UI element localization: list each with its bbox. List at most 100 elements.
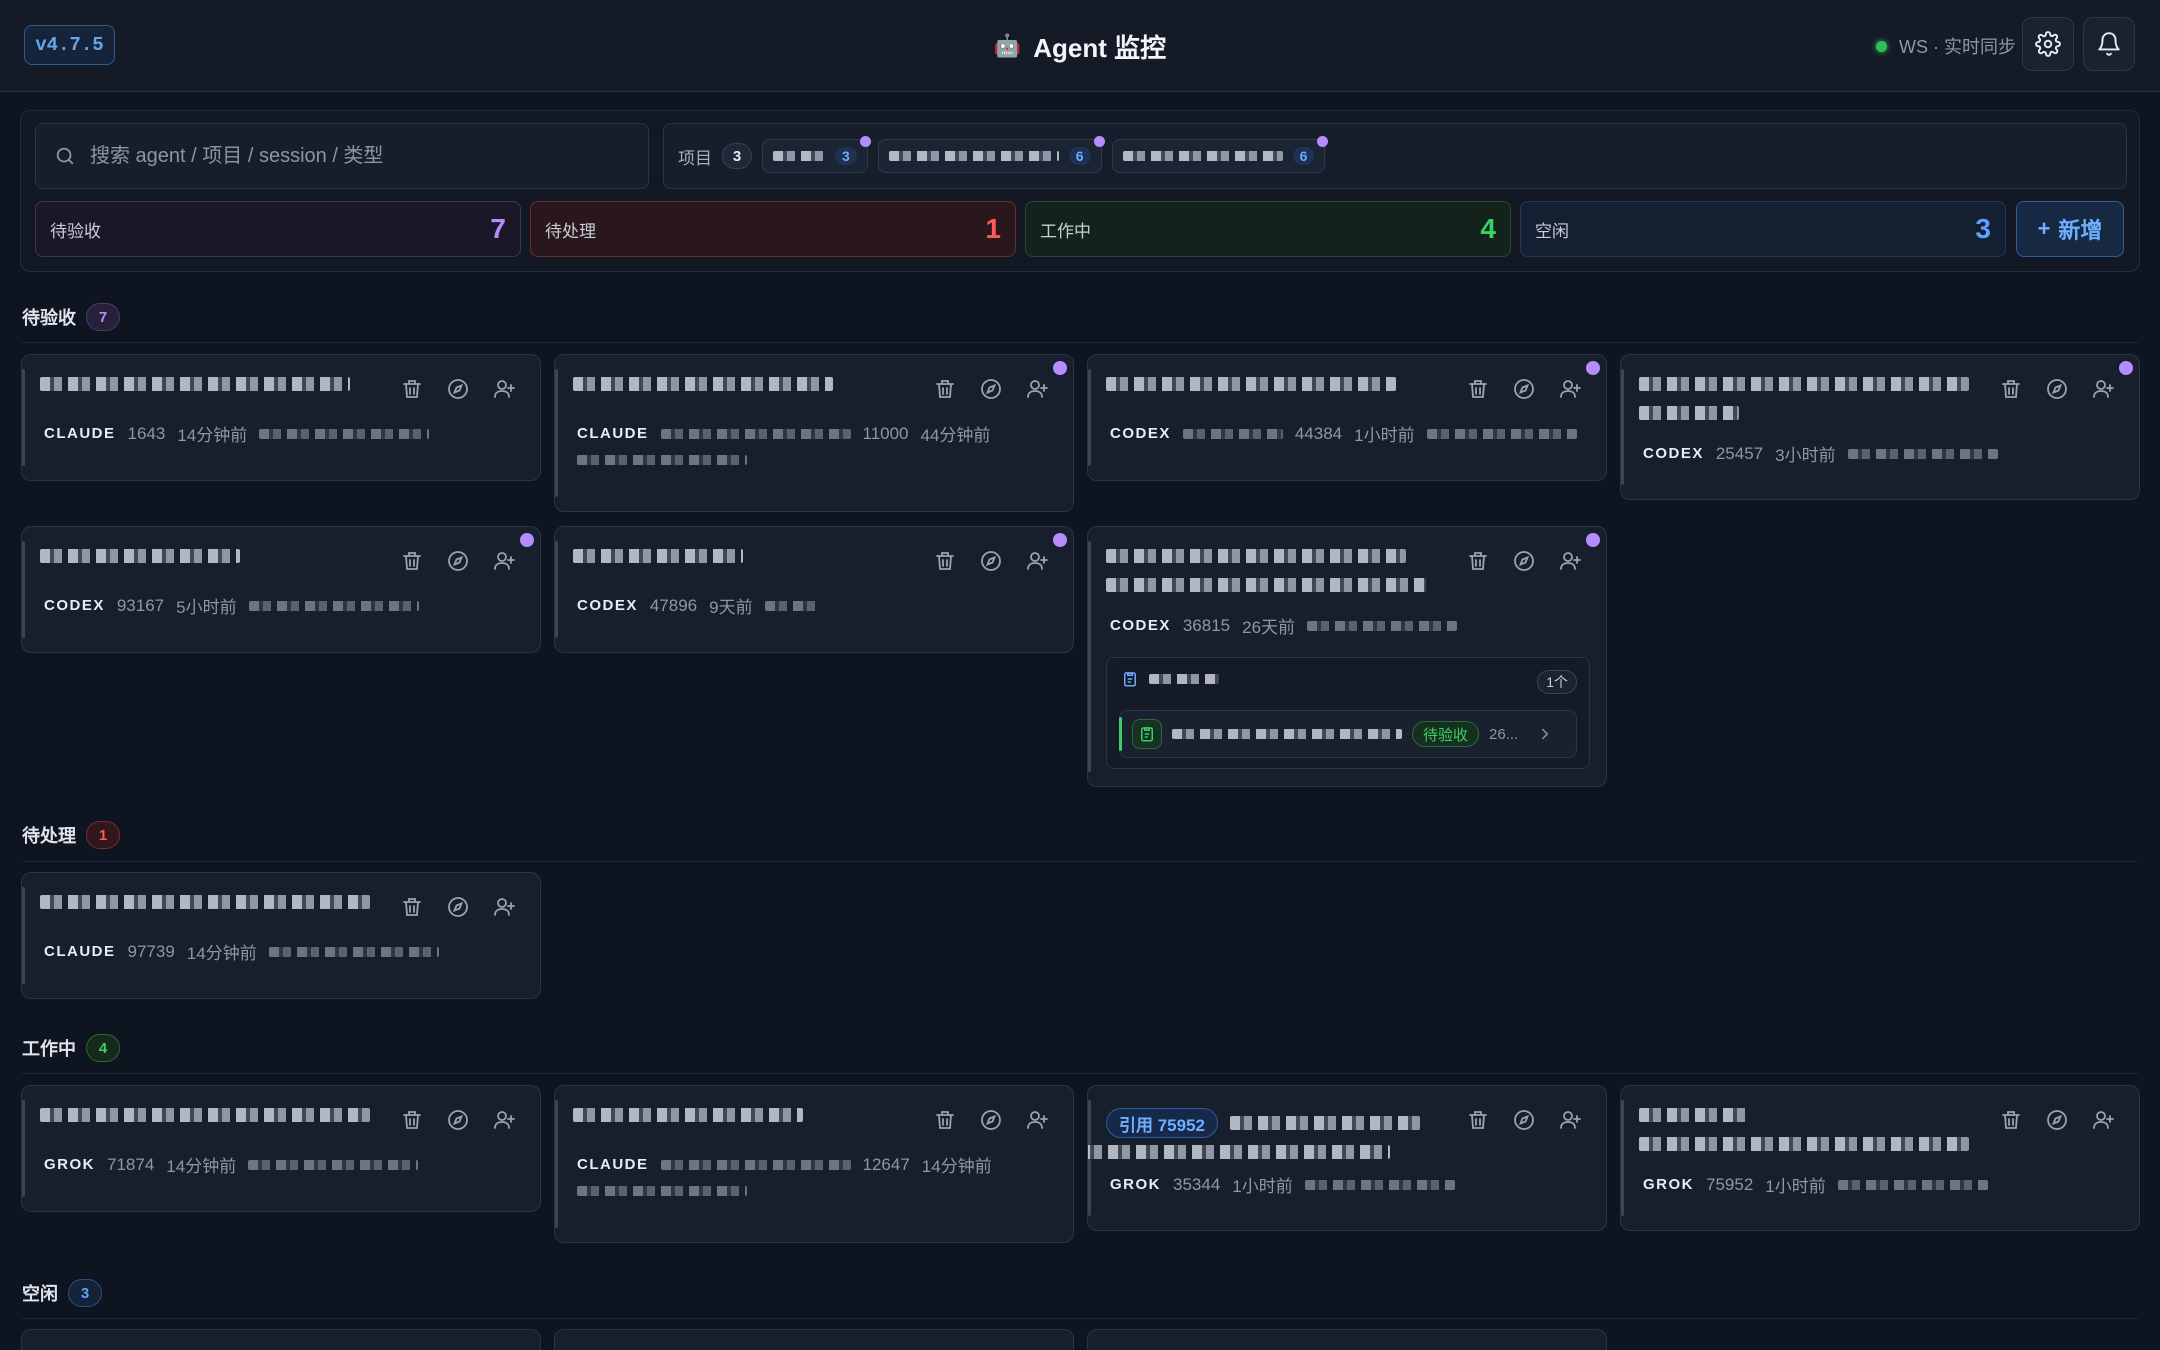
assign-user-icon[interactable] [1025, 1108, 1049, 1132]
stat-pending-label: 待处理 [545, 221, 596, 241]
gear-icon [2035, 31, 2061, 57]
section-working-title: 工作中 [22, 1039, 76, 1059]
task-row[interactable]: 待验收 26... [1119, 710, 1577, 758]
agent-card[interactable]: CODEX 47896 9天前 [554, 526, 1074, 653]
agent-meta: CODEX 47896 9天前 [577, 593, 817, 618]
stat-idle-label: 空闲 [1535, 221, 1569, 241]
agent-card[interactable]: CLAUDE 12647 14分钟前 [554, 1085, 1074, 1243]
assign-user-icon[interactable] [2091, 377, 2115, 401]
stat-idle[interactable]: 空闲 3 [1520, 201, 2006, 257]
agent-card[interactable]: CLAUDE 97739 14分钟前 [21, 872, 541, 999]
agent-time: 14分钟前 [921, 1157, 992, 1176]
stat-working-value: 4 [1480, 213, 1496, 244]
project-name-redacted [1122, 151, 1283, 161]
agent-meta: CLAUDE 12647 14分钟前 [577, 1152, 992, 1177]
agent-path-redacted [1426, 428, 1577, 439]
assign-user-icon[interactable] [492, 377, 516, 401]
agent-card[interactable]: CODEX 44384 1小时前 [1087, 354, 1607, 481]
section-idle-title: 空闲 [22, 1284, 58, 1304]
compass-icon[interactable] [2045, 1108, 2069, 1132]
assign-user-icon[interactable] [1025, 377, 1049, 401]
agent-id: 35344 [1173, 1174, 1221, 1194]
compass-icon[interactable] [2045, 377, 2069, 401]
compass-icon[interactable] [446, 549, 470, 573]
compass-icon[interactable] [446, 1108, 470, 1132]
robot-icon: 🤖 [993, 33, 1022, 58]
trash-icon[interactable] [1466, 377, 1490, 401]
agent-id: 44384 [1294, 423, 1343, 443]
compass-icon[interactable] [446, 895, 470, 919]
agent-time: 26天前 [1242, 618, 1296, 637]
assign-user-icon[interactable] [2091, 1108, 2115, 1132]
trash-icon[interactable] [1999, 377, 2023, 401]
agent-title: 引用 75952 [1088, 1108, 1446, 1174]
agent-card[interactable] [21, 1329, 541, 1350]
stat-accept[interactable]: 待验收 7 [35, 201, 521, 257]
section-divider [22, 1318, 2138, 1319]
agent-meta: GROK 75952 1小时前 [1643, 1172, 1988, 1197]
agent-id: 75952 [1706, 1174, 1754, 1194]
agent-card[interactable] [554, 1329, 1074, 1350]
add-agent-label: 新增 [2058, 218, 2103, 243]
compass-icon[interactable] [1512, 549, 1536, 573]
trash-icon[interactable] [1999, 1108, 2023, 1132]
assign-user-icon[interactable] [492, 549, 516, 573]
trash-icon[interactable] [933, 377, 957, 401]
chevron-right-icon[interactable] [1536, 725, 1554, 743]
agent-card[interactable] [1087, 1329, 1607, 1350]
agent-card[interactable]: CODEX 25457 3小时前 [1620, 354, 2140, 500]
trash-icon[interactable] [400, 895, 424, 919]
agent-card[interactable]: CLAUDE 1643 14分钟前 [21, 354, 541, 481]
stat-working[interactable]: 工作中 4 [1025, 201, 1511, 257]
trash-icon[interactable] [933, 549, 957, 573]
compass-icon[interactable] [1512, 1108, 1536, 1132]
compass-icon[interactable] [979, 377, 1003, 401]
assign-user-icon[interactable] [1025, 549, 1049, 573]
trash-icon[interactable] [400, 377, 424, 401]
compass-icon[interactable] [979, 1108, 1003, 1132]
assign-user-icon[interactable] [1558, 549, 1582, 573]
agent-card[interactable]: GROK 75952 1小时前 [1620, 1085, 2140, 1231]
compass-icon[interactable] [1512, 377, 1536, 401]
assign-user-icon[interactable] [1558, 377, 1582, 401]
assign-user-icon[interactable] [1558, 1108, 1582, 1132]
agent-path-redacted [1837, 1179, 1988, 1190]
add-agent-button[interactable]: + 新增 [2016, 201, 2124, 257]
task-name-redacted [1172, 729, 1402, 739]
agent-path-redacted [764, 600, 817, 611]
trash-icon[interactable] [400, 1108, 424, 1132]
settings-button[interactable] [2022, 17, 2074, 71]
trash-icon[interactable] [1466, 1108, 1490, 1132]
task-count-badge[interactable]: 1个 [1537, 670, 1577, 694]
agent-card[interactable]: CODEX 93167 5小时前 [21, 526, 541, 653]
agent-time: 14分钟前 [166, 1157, 237, 1176]
search-input[interactable] [90, 144, 630, 168]
agent-type: CLAUDE [44, 425, 116, 442]
agent-path-redacted [268, 946, 439, 957]
assign-user-icon[interactable] [492, 1108, 516, 1132]
agent-time: 44分钟前 [920, 426, 991, 445]
search-box[interactable] [35, 123, 649, 189]
project-chip[interactable]: 6 [1111, 136, 1329, 173]
trash-icon[interactable] [400, 549, 424, 573]
trash-icon[interactable] [1466, 549, 1490, 573]
trash-icon[interactable] [933, 1108, 957, 1132]
agent-type: CODEX [1110, 617, 1171, 634]
stat-pending[interactable]: 待处理 1 [530, 201, 1016, 257]
agent-title-redacted [40, 1108, 400, 1137]
agent-card[interactable]: 引用 75952 GROK 35344 1小时前 [1087, 1085, 1607, 1231]
reference-badge[interactable]: 引用 75952 [1106, 1108, 1218, 1138]
project-chip[interactable]: 6 [877, 136, 1105, 173]
page-title-text: Agent 监控 [1033, 32, 1167, 63]
agent-card[interactable]: CLAUDE 11000 44分钟前 [554, 354, 1074, 512]
card-actions [400, 549, 516, 573]
project-chip[interactable]: 3 [762, 136, 871, 173]
assign-user-icon[interactable] [492, 895, 516, 919]
agent-card[interactable]: GROK 71874 14分钟前 [21, 1085, 541, 1212]
compass-icon[interactable] [979, 549, 1003, 573]
compass-icon[interactable] [446, 377, 470, 401]
notifications-button[interactable] [2083, 17, 2135, 71]
task-title-redacted [1149, 674, 1219, 684]
section-pending-header: 待处理 1 [22, 820, 120, 850]
agent-card[interactable]: CODEX 36815 26天前 1个 待验收 26... [1087, 526, 1607, 787]
